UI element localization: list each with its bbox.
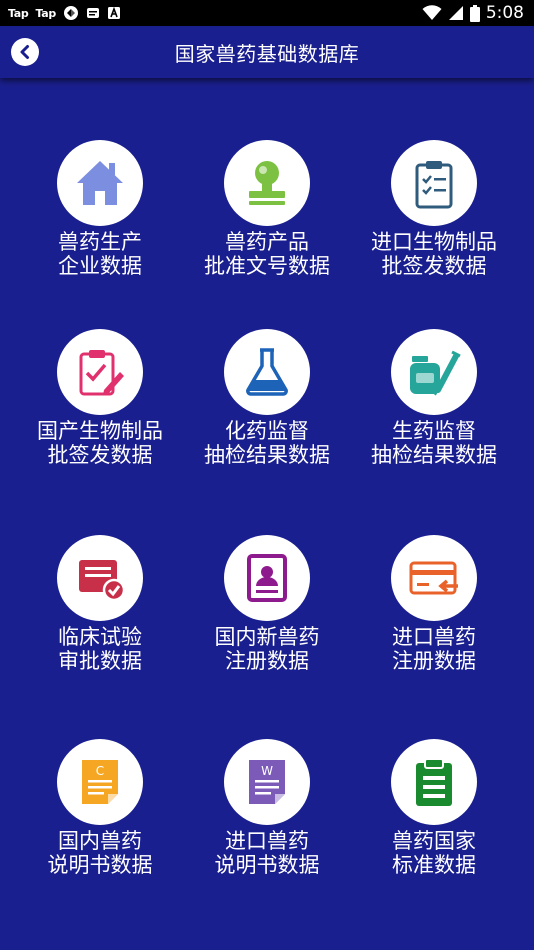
tile-vet-drug-enterprise[interactable]: 兽药生产 企业数据 <box>11 140 189 290</box>
tile-label-line2: 说明书数据 <box>47 853 153 877</box>
tile-label-line1: 兽药产品 <box>225 230 309 254</box>
tile-national-vet-drug-standard[interactable]: 兽药国家 标准数据 <box>345 739 523 889</box>
text-a-icon <box>107 6 120 19</box>
tile-label-line1: 国内兽药 <box>58 829 142 853</box>
signal-icon <box>448 6 463 20</box>
flask-icon <box>246 348 288 396</box>
wifi-icon <box>422 5 442 20</box>
page-title: 国家兽药基础数据库 <box>174 41 360 66</box>
svg-text:W: W <box>261 764 273 778</box>
tile-icon-circle <box>224 140 310 226</box>
battery-icon <box>469 4 480 22</box>
tile-icon-circle <box>57 535 143 621</box>
tile-imported-vet-drug-instructions[interactable]: W 进口兽药 说明书数据 <box>178 739 356 889</box>
tile-icon-circle <box>57 140 143 226</box>
tile-biological-drug-inspection[interactable]: 生药监督 抽检结果数据 <box>345 329 523 479</box>
tile-icon-circle <box>57 329 143 415</box>
tile-label-line1: 兽药国家 <box>392 829 476 853</box>
status-notifications: Tap Tap <box>8 5 121 21</box>
status-time: 5:08 <box>485 3 524 23</box>
status-bar: Tap Tap 5:08 <box>0 0 534 26</box>
tile-imported-bio-batch-release[interactable]: 进口生物制品 批签发数据 <box>345 140 523 290</box>
clipboard-list-icon <box>416 758 452 806</box>
taptap-tag: Tap <box>35 6 56 20</box>
tile-domestic-bio-batch-release[interactable]: 国产生物制品 批签发数据 <box>11 329 189 479</box>
svg-text:C: C <box>96 764 104 778</box>
tile-icon-circle <box>391 535 477 621</box>
house-icon <box>77 161 123 205</box>
card-import-icon <box>409 561 458 595</box>
tile-label-line2: 注册数据 <box>392 649 476 673</box>
tile-label-line2: 批准文号数据 <box>204 254 330 278</box>
tile-label-line2: 抽检结果数据 <box>371 443 497 467</box>
tile-label-line2: 标准数据 <box>392 853 476 877</box>
tile-vet-drug-product-approval[interactable]: 兽药产品 批准文号数据 <box>178 140 356 290</box>
tile-label-line1: 国产生物制品 <box>37 419 163 443</box>
vial-syringe-icon <box>410 350 461 396</box>
tile-label-line1: 兽药生产 <box>58 230 142 254</box>
chevron-left-icon <box>20 45 29 59</box>
tile-label-line1: 临床试验 <box>58 625 142 649</box>
sync-icon <box>63 6 78 20</box>
doc-c-icon: C <box>82 760 118 804</box>
top-app-bar: 国家兽药基础数据库 <box>0 26 534 78</box>
stamp-icon <box>249 161 285 205</box>
clipboard-pencil-icon <box>79 350 124 396</box>
tile-label-line1: 进口兽药 <box>225 829 309 853</box>
tile-label-line1: 国内新兽药 <box>214 625 320 649</box>
tile-icon-circle <box>391 329 477 415</box>
tile-label-line2: 企业数据 <box>58 254 142 278</box>
tile-icon-circle <box>224 535 310 621</box>
tile-chemical-drug-inspection[interactable]: 化药监督 抽检结果数据 <box>178 329 356 479</box>
tile-label-line2: 说明书数据 <box>214 853 320 877</box>
document-approved-icon <box>79 560 126 602</box>
back-button[interactable] <box>11 38 39 66</box>
tile-icon-circle: W <box>224 739 310 825</box>
database-grid: 兽药生产 企业数据 兽药产品 批准文号数据 进口生物制品 批签发数据 国产生物制… <box>0 78 534 950</box>
tile-label-line1: 进口生物制品 <box>371 230 497 254</box>
tile-label-line1: 生药监督 <box>392 419 476 443</box>
tile-label-line2: 批签发数据 <box>47 443 153 467</box>
tile-label-line2: 注册数据 <box>225 649 309 673</box>
tile-icon-circle: C <box>57 739 143 825</box>
tile-label-line2: 抽检结果数据 <box>204 443 330 467</box>
tile-label-line2: 审批数据 <box>58 649 142 673</box>
message-icon <box>86 8 99 18</box>
id-card-icon <box>247 554 287 602</box>
taptap-tag: Tap <box>8 6 29 20</box>
tile-label-line2: 批签发数据 <box>381 254 487 278</box>
tile-icon-circle <box>224 329 310 415</box>
tile-new-vet-drug-registration[interactable]: 国内新兽药 注册数据 <box>178 535 356 685</box>
tile-domestic-vet-drug-instructions[interactable]: C 国内兽药 说明书数据 <box>11 739 189 889</box>
tile-imported-vet-drug-registration[interactable]: 进口兽药 注册数据 <box>345 535 523 685</box>
tile-icon-circle <box>391 140 477 226</box>
tile-clinical-trial-approval[interactable]: 临床试验 审批数据 <box>11 535 189 685</box>
tile-label-line1: 化药监督 <box>225 419 309 443</box>
doc-w-icon: W <box>249 760 285 804</box>
tile-icon-circle <box>391 739 477 825</box>
status-system: 5:08 <box>422 3 524 23</box>
clipboard-checklist-icon <box>415 161 453 209</box>
tile-label-line1: 进口兽药 <box>392 625 476 649</box>
